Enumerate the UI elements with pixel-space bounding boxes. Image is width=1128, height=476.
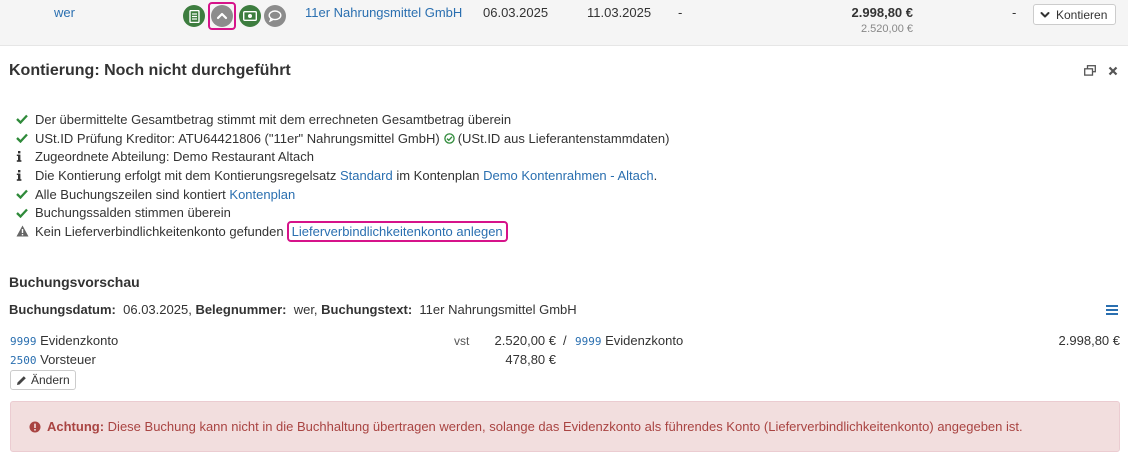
check-text: Buchungssalden stimmen überein (35, 205, 231, 221)
booking-date-label: Buchungsdatum: (9, 302, 116, 317)
kontenplan-demo-link[interactable]: Demo Kontenrahmen - Altach (483, 168, 654, 183)
check-icon (16, 208, 35, 218)
check-list: Der übermittelte Gesamtbetrag stimmt mit… (16, 110, 669, 242)
info-text: Die Kontierung erfolgt mit dem Kontierun… (35, 167, 337, 183)
empty-value: - (678, 5, 683, 20)
check-item: Alle Buchungszeilen sind kontiert Konten… (16, 185, 669, 204)
error-alert: Achtung: Diese Buchung kann nicht in die… (10, 401, 1120, 452)
exclamation-circle-icon (29, 421, 41, 433)
separator: / (563, 333, 567, 348)
close-icon[interactable] (1108, 64, 1118, 79)
check-item: Buchungssalden stimmen überein (16, 203, 669, 222)
create-liability-account-link[interactable]: Lieferverbindlichkeitenkonto anlegen (286, 220, 508, 242)
list-menu-icon[interactable] (1106, 303, 1118, 318)
chevron-down-icon (1040, 11, 1050, 17)
check-text-suffix: (USt.ID aus Lieferantenstammdaten) (457, 130, 670, 146)
invoice-row: wer 11er Nahrungsmittel GmbH 06.03.2025 … (0, 0, 1128, 46)
pencil-icon (17, 375, 26, 385)
gross-amount: 2.998,80 € (851, 5, 913, 20)
booking-text-label: Buchungstext: (321, 302, 413, 317)
check-item: USt.ID Prüfung Kreditor: ATU64421806 ("1… (16, 129, 669, 148)
beleg-link[interactable]: wer (54, 5, 75, 20)
document-number: wer, (293, 302, 318, 317)
panel-title: Kontierung: Noch nicht durchgeführt (9, 62, 291, 79)
info-icon (16, 169, 35, 181)
check-text: USt.ID Prüfung Kreditor: ATU64421806 ("1… (35, 130, 440, 146)
info-text: Zugeordnete Abteilung: Demo Restaurant A… (35, 149, 314, 165)
contra-account-name: Evidenzkonto (605, 333, 684, 348)
comment-icon[interactable] (264, 5, 286, 27)
check-text: Alle Buchungszeilen sind kontiert (35, 186, 226, 202)
regelsatz-link[interactable]: Standard (340, 168, 393, 183)
edit-label: Ändern (31, 373, 70, 387)
account-name: Vorsteuer (40, 352, 96, 367)
edit-button[interactable]: Ändern (10, 370, 76, 390)
collapse-button[interactable] (208, 2, 236, 30)
check-icon (16, 189, 35, 200)
booking-row: 2500 Vorsteuer (10, 352, 96, 367)
booking-row: 9999 Evidenzkonto (10, 333, 118, 348)
row-action-icons (183, 2, 286, 30)
account-number[interactable]: 2500 (10, 354, 37, 367)
account-number[interactable]: 9999 (10, 335, 37, 348)
net-amount: 2.520,00 € (861, 23, 913, 35)
booking-text: 11er Nahrungsmittel GmbH (419, 302, 577, 317)
kontenplan-link[interactable]: Kontenplan (229, 187, 295, 202)
tax-code: vst (454, 334, 470, 348)
info-text-end: . (653, 167, 658, 183)
debit-amount: 2.520,00 € (494, 333, 556, 348)
alert-text: Diese Buchung kann nicht in die Buchhalt… (107, 419, 1023, 434)
document-icon[interactable] (183, 5, 205, 27)
booking-header: Buchungsdatum: 06.03.2025, Belegnummer: … (9, 302, 577, 317)
check-icon (16, 114, 35, 125)
debit-amount: 478,80 € (505, 352, 556, 367)
booking-date: 06.03.2025, (123, 302, 192, 317)
document-number-label: Belegnummer: (195, 302, 287, 317)
warning-text: Kein Lieferverbindlichkeitenkonto gefund… (35, 223, 284, 239)
check-icon (16, 133, 35, 144)
credit-amount: 2.998,80 € (1058, 333, 1120, 348)
alert-label: Achtung: (47, 419, 105, 434)
info-item: Zugeordnete Abteilung: Demo Restaurant A… (16, 147, 669, 166)
account-name: Evidenzkonto (40, 333, 119, 348)
money-icon[interactable] (239, 5, 261, 27)
warning-icon (16, 225, 35, 237)
contra-account: 9999 Evidenzkonto (575, 333, 683, 348)
info-icon (16, 151, 35, 163)
kontieren-label: Kontieren (1056, 7, 1108, 22)
invoice-date: 06.03.2025 (483, 5, 549, 20)
info-item: Die Kontierung erfolgt mit dem Kontierun… (16, 166, 669, 185)
section-title: Buchungsvorschau (9, 274, 140, 290)
info-text-mid: im Kontenplan (396, 167, 480, 183)
warning-item: Kein Lieferverbindlichkeitenkonto gefund… (16, 220, 669, 242)
kontieren-button[interactable]: Kontieren (1033, 4, 1117, 25)
check-circle-icon (443, 132, 455, 144)
empty-value-2: - (1012, 5, 1017, 20)
vendor-link[interactable]: 11er Nahrungsmittel GmbH (305, 5, 462, 20)
due-date: 11.03.2025 (587, 5, 652, 20)
contra-account-number[interactable]: 9999 (575, 335, 602, 348)
chevron-up-icon[interactable] (211, 5, 233, 27)
panel-tools (1084, 64, 1118, 79)
popout-icon[interactable] (1084, 64, 1096, 79)
check-text: Der übermittelte Gesamtbetrag stimmt mit… (35, 111, 512, 127)
check-item: Der übermittelte Gesamtbetrag stimmt mit… (16, 110, 669, 129)
